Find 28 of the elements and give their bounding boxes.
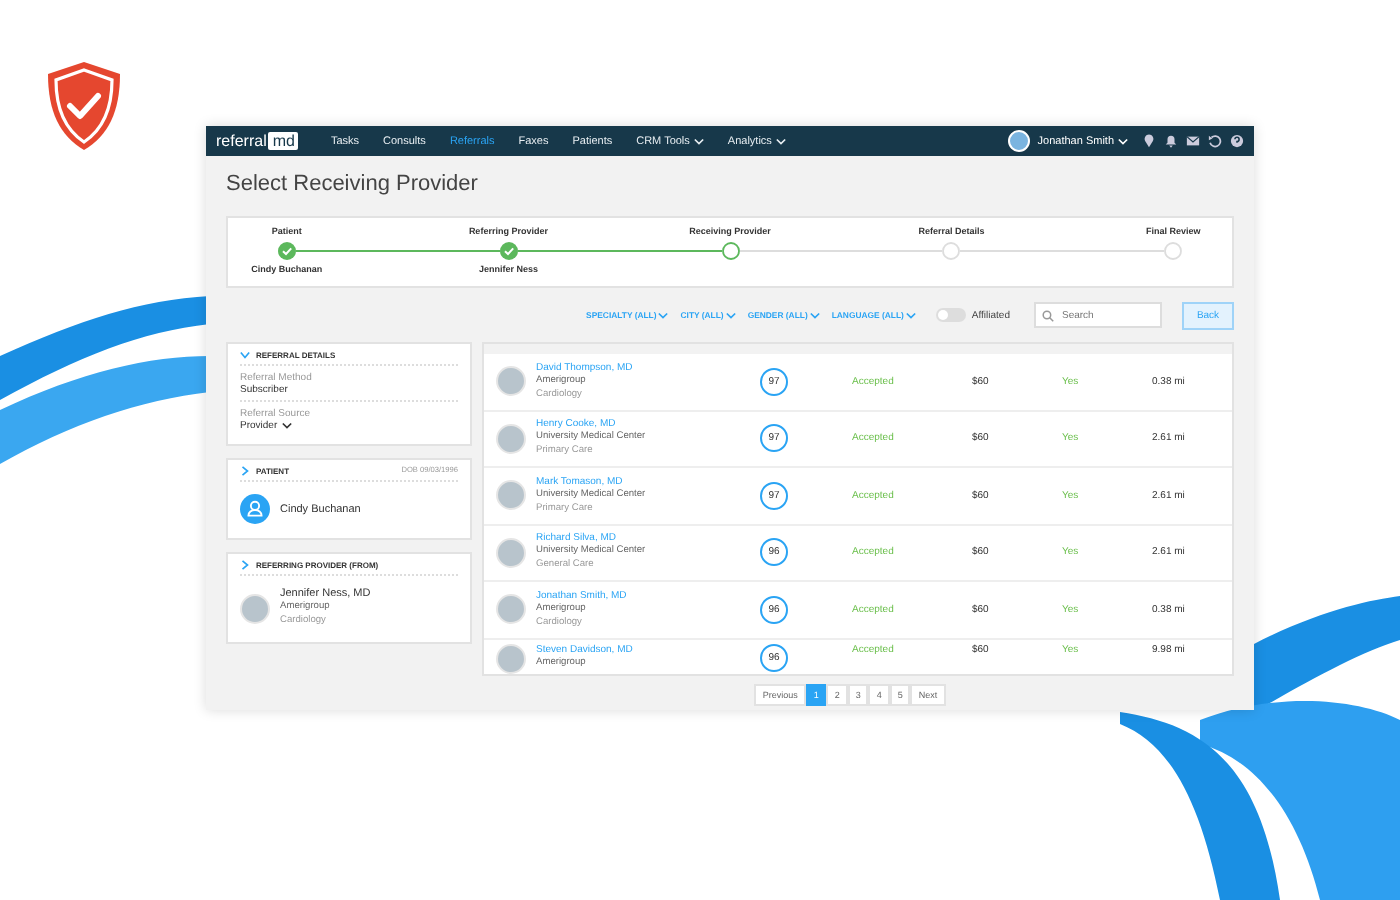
caret-icon[interactable]	[240, 559, 250, 569]
caret-icon[interactable]	[240, 465, 250, 475]
avatar-placeholder	[496, 480, 526, 511]
avatar-placeholder	[240, 593, 270, 623]
chevron-down-icon	[281, 422, 292, 430]
history-icon[interactable]	[1208, 134, 1222, 148]
person-icon	[240, 494, 270, 524]
caret-icon[interactable]	[240, 349, 250, 359]
shield-check-icon	[44, 60, 124, 152]
location-pin-icon[interactable]	[1142, 134, 1156, 148]
user-avatar[interactable]	[1007, 130, 1030, 152]
avatar-placeholder	[496, 594, 526, 625]
mail-icon[interactable]	[1186, 134, 1200, 148]
avatar-placeholder	[496, 537, 526, 568]
page-title: Select Receiving Provider	[226, 172, 480, 196]
avatar-placeholder	[496, 366, 526, 397]
brand-logo[interactable]: referral md	[216, 132, 299, 150]
avatar-placeholder	[496, 423, 526, 454]
chevron-down-icon	[693, 137, 704, 145]
chevron-down-icon	[725, 311, 736, 319]
affiliated-toggle[interactable]	[935, 308, 966, 322]
chevron-down-icon	[775, 137, 786, 145]
chevron-down-icon	[905, 311, 916, 319]
chevron-down-icon	[658, 311, 669, 319]
chevron-down-icon	[1118, 137, 1128, 145]
chevron-down-icon	[809, 311, 820, 319]
bell-icon[interactable]	[1164, 134, 1178, 148]
help-icon[interactable]	[1230, 134, 1244, 148]
